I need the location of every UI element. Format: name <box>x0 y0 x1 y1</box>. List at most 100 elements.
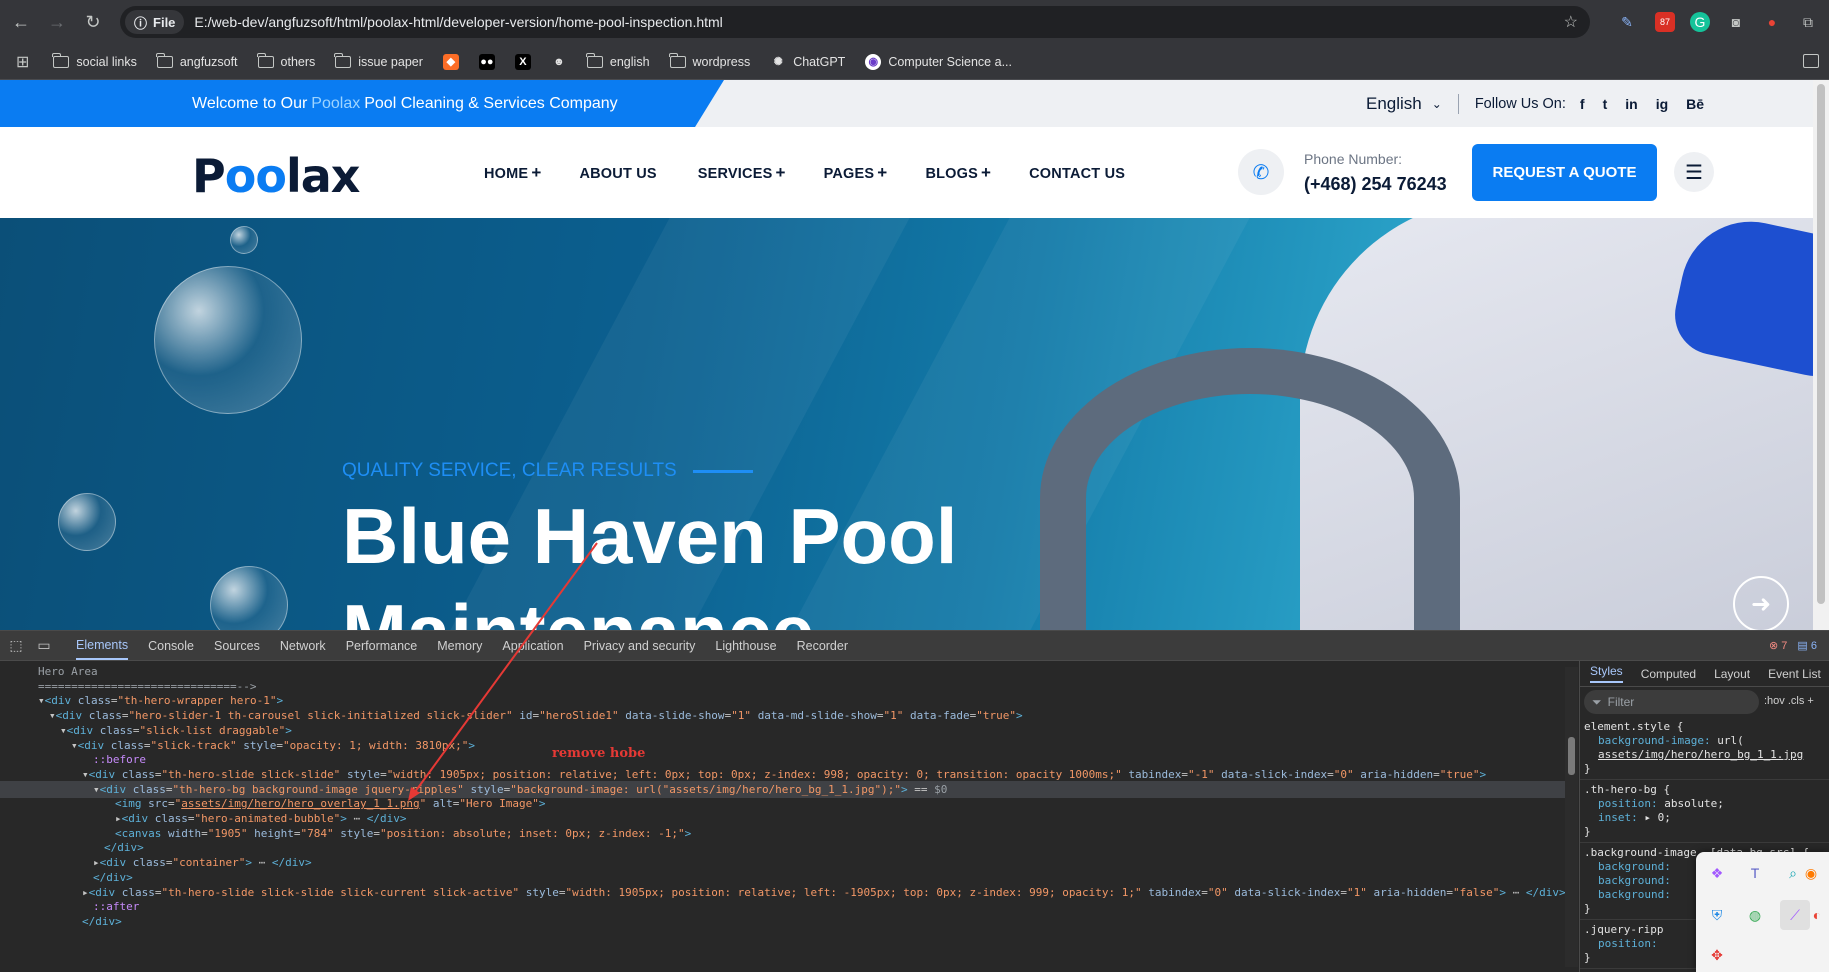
style-declaration[interactable]: inset: ▸ 0; <box>1584 811 1825 825</box>
nav-services[interactable]: SERVICES + <box>698 163 786 183</box>
styles-filter-input[interactable]: ⏷ Filter <box>1584 690 1759 714</box>
dom-node-line[interactable]: ▸<div class="th-hero-slide slick-slide s… <box>0 884 1566 901</box>
linkedin-icon[interactable]: in <box>1625 96 1637 112</box>
nav-label: BLOGS <box>925 165 978 182</box>
divider <box>1457 93 1459 114</box>
address-bar[interactable]: ⓘ File E:/web-dev/angfuzsoft/html/poolax… <box>120 6 1590 38</box>
apps-icon[interactable]: ⊞ <box>16 52 29 72</box>
tab-event-listeners[interactable]: Event List <box>1768 667 1821 681</box>
bookmark-social-links[interactable]: social links <box>52 52 137 69</box>
style-rule[interactable]: .th-hero-bg {position: absolute; inset: ▸… <box>1580 780 1829 843</box>
nav-home[interactable]: HOME + <box>484 163 541 183</box>
bookmark-issue-paper[interactable]: issue paper <box>334 52 423 69</box>
dom-node-line[interactable]: </div> <box>0 913 122 930</box>
message-count: ▤ 6 <box>1797 640 1817 652</box>
tab-elements[interactable]: Elements <box>76 632 129 660</box>
style-declaration[interactable]: position: absolute; <box>1584 797 1825 811</box>
scrollbar-thumb[interactable] <box>1817 84 1825 604</box>
bookmark-medium[interactable]: ●● <box>478 53 495 70</box>
nav-pages[interactable]: PAGES + <box>824 163 888 183</box>
bookmark-folder-more-icon[interactable] <box>1803 54 1819 68</box>
tab-computed[interactable]: Computed <box>1641 667 1696 681</box>
bookmark-label: angfuzsoft <box>179 54 238 69</box>
site-logo[interactable]: Poolax <box>192 149 360 203</box>
tab-styles[interactable]: Styles <box>1590 664 1623 683</box>
tab-sources[interactable]: Sources <box>214 633 260 659</box>
annotation-note: remove hobe <box>552 746 646 761</box>
bookmark-chatgpt[interactable]: ✺ ChatGPT <box>770 54 846 70</box>
devtools-counts[interactable]: ⊗ 7 ▤ 6 <box>1769 639 1817 652</box>
devtools-panel: ⬚ ▭ Elements Console Sources Network Per… <box>0 630 1829 972</box>
tab-privacy-security[interactable]: Privacy and security <box>584 633 696 659</box>
error-count-value: 7 <box>1781 640 1788 652</box>
style-rule[interactable]: element.style {background-image: url(ass… <box>1580 717 1829 780</box>
screenshot-tool-icon[interactable]: ◐ <box>1806 904 1828 926</box>
reload-icon[interactable]: ↻ <box>78 7 108 37</box>
message-count-value: 6 <box>1810 640 1817 652</box>
nav-contact-us[interactable]: CONTACT US <box>1029 163 1128 183</box>
slack-icon[interactable]: ✥ <box>1706 944 1728 966</box>
page-scrollbar[interactable] <box>1813 80 1829 630</box>
phone-number[interactable]: (+468) 254 76243 <box>1304 174 1447 195</box>
tab-memory[interactable]: Memory <box>437 633 482 659</box>
nav-blogs[interactable]: BLOGS + <box>925 163 991 183</box>
gmail-extension-icon[interactable]: 87 <box>1655 12 1675 32</box>
bookmark-star-icon[interactable]: ☆ <box>1564 12 1578 32</box>
grammarly-icon[interactable]: G <box>1690 12 1710 32</box>
style-declaration[interactable]: assets/img/hero/hero_bg_1_1.jpg <box>1584 748 1825 762</box>
facebook-icon[interactable]: f <box>1580 96 1585 112</box>
back-icon[interactable]: ← <box>6 7 36 37</box>
tab-console[interactable]: Console <box>148 633 194 659</box>
avast-icon[interactable]: ◉ <box>1800 862 1822 884</box>
site-info-chip[interactable]: ⓘ File <box>125 10 185 34</box>
inspect-element-icon[interactable]: ⬚ <box>4 637 28 654</box>
nav-about-us[interactable]: ABOUT US <box>579 163 659 183</box>
folder-icon <box>256 52 274 68</box>
twitter-icon[interactable]: t <box>1603 96 1608 112</box>
tab-application[interactable]: Application <box>502 633 563 659</box>
folder-icon <box>585 52 603 68</box>
filter-icon: ⏷ <box>1592 694 1602 709</box>
pen-extension-icon[interactable]: ✎ <box>1617 12 1637 32</box>
behance-icon[interactable]: Bē <box>1686 96 1704 112</box>
tab-network[interactable]: Network <box>280 633 326 659</box>
nav-label: CONTACT US <box>1029 165 1126 182</box>
elements-scrollbar[interactable] <box>1565 667 1578 967</box>
slider-next-arrow-icon[interactable]: ➜ <box>1733 576 1789 630</box>
instagram-icon[interactable]: ig <box>1656 96 1668 112</box>
device-toolbar-icon[interactable]: ▭ <box>32 637 56 654</box>
figma-icon[interactable]: ❖ <box>1706 862 1728 884</box>
teams-icon[interactable]: T <box>1744 862 1766 884</box>
bookmark-angfuzsoft[interactable]: angfuzsoft <box>155 52 238 69</box>
style-declaration[interactable]: background-image: url( <box>1584 734 1825 748</box>
hamburger-menu-icon[interactable]: ☰ <box>1674 152 1714 192</box>
elements-tree[interactable]: Hero Area ==============================-… <box>0 661 1578 972</box>
scrollbar-thumb[interactable] <box>1568 737 1575 775</box>
extensions-icon[interactable]: ⧉ <box>1798 12 1818 32</box>
ladybug-icon[interactable]: ● <box>1762 12 1782 32</box>
chrome-remote-icon[interactable]: ◍ <box>1744 904 1766 926</box>
language-select[interactable]: English ⌄ <box>1366 94 1442 114</box>
shield-icon[interactable]: ⛨ <box>1706 904 1728 926</box>
bookmark-gitlab[interactable]: ◆ <box>442 53 459 70</box>
bookmark-wordpress[interactable]: wordpress <box>668 52 750 69</box>
phone-icon[interactable]: ✆ <box>1238 149 1284 195</box>
hov-cls-toggles[interactable]: :hov .cls + <box>1764 695 1814 707</box>
camera-icon[interactable]: ◙ <box>1726 12 1746 32</box>
tab-lighthouse[interactable]: Lighthouse <box>715 633 776 659</box>
bookmark-english[interactable]: english <box>585 52 650 69</box>
bookmark-computer-science[interactable]: ◉ Computer Science a... <box>865 53 1012 70</box>
tab-recorder[interactable]: Recorder <box>797 633 848 659</box>
bookmark-smiley[interactable]: ☻ <box>551 54 567 70</box>
bookmark-x[interactable]: X <box>514 53 531 70</box>
url-text[interactable]: E:/web-dev/angfuzsoft/html/poolax-html/d… <box>194 14 722 30</box>
request-quote-button[interactable]: REQUEST A QUOTE <box>1472 144 1657 201</box>
welcome-brand: Poolax <box>311 94 361 112</box>
tab-layout[interactable]: Layout <box>1714 667 1750 681</box>
nav-label: ABOUT US <box>579 165 657 182</box>
browser-toolbar: ← → ↻ ⓘ File E:/web-dev/angfuzsoft/html/… <box>0 0 1829 44</box>
system-tray-popup: ❖ T ⌕ ◉ ⛨ ◍ ⟋ ◐ ✥ <box>1696 852 1829 972</box>
bookmark-others[interactable]: others <box>256 52 315 69</box>
forward-icon[interactable]: → <box>42 7 72 37</box>
tab-performance[interactable]: Performance <box>346 633 418 659</box>
